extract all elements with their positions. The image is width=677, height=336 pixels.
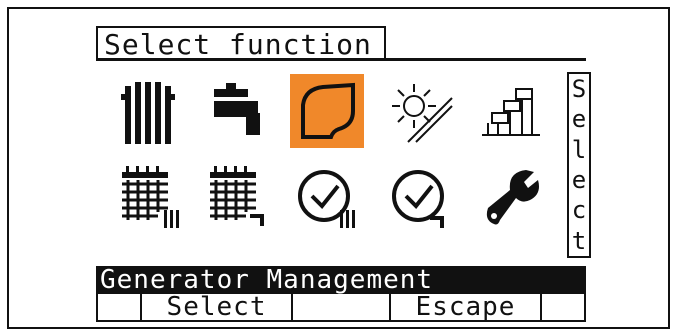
wrench-icon[interactable] [476, 160, 550, 234]
tap-icon[interactable] [202, 76, 276, 150]
title-divider [96, 58, 586, 61]
select-softkey[interactable]: Select [141, 294, 294, 322]
generator-icon[interactable] [290, 74, 364, 148]
pipe-network-icon[interactable] [476, 76, 550, 150]
softkey-5[interactable] [542, 294, 586, 322]
calendar-tap-icon[interactable] [202, 160, 276, 234]
clock-tap-icon[interactable] [384, 160, 458, 234]
softkey-bar: Select Escape [96, 294, 586, 322]
side-letter: c [571, 196, 587, 225]
side-letter: S [571, 75, 587, 104]
calendar-radiator-icon[interactable] [114, 160, 188, 234]
screen-title: Select function [96, 26, 386, 61]
side-letter: t [571, 226, 587, 255]
side-letter: l [571, 135, 587, 164]
side-letter: e [571, 166, 587, 195]
lcd-screen: Select function S e l e c t Generator Ma… [92, 22, 591, 322]
escape-softkey[interactable]: Escape [390, 294, 543, 322]
side-letter: e [571, 105, 587, 134]
clock-radiator-icon[interactable] [290, 160, 364, 234]
softkey-3[interactable] [293, 294, 391, 322]
radiator-icon[interactable] [114, 76, 188, 150]
solar-icon[interactable] [384, 76, 458, 150]
select-side-label: S e l e c t [567, 72, 591, 258]
softkey-1[interactable] [96, 294, 142, 322]
selected-function-label: Generator Management [96, 266, 586, 294]
